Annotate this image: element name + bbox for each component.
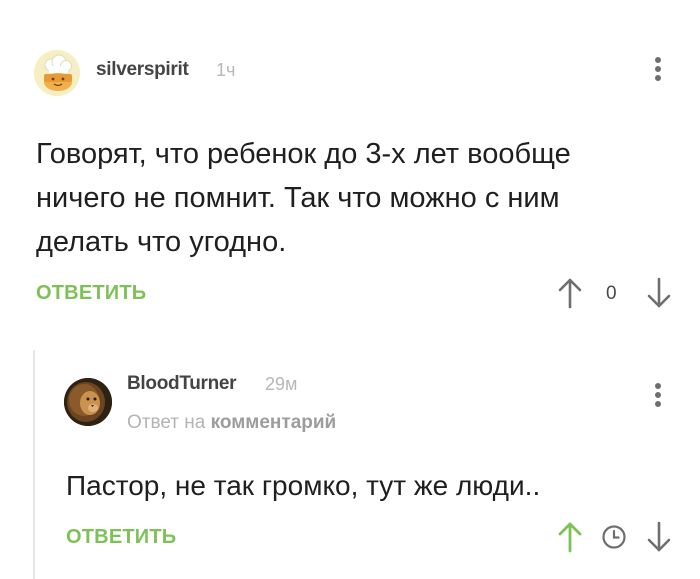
arrow-down-icon[interactable] [646,520,672,554]
thread-line [33,350,35,579]
chef-hat-avatar-icon [34,50,80,96]
timestamp: 29м [265,374,298,394]
arrow-up-icon[interactable] [557,276,583,310]
vote-score: 0 [606,283,617,304]
comment-text: Пастор, не так громко, тут же люди.. [66,470,541,501]
avatar[interactable] [34,50,80,96]
comment-text: Говорят, что ребенок до 3-х лет вообще н… [36,138,571,258]
arrow-up-icon[interactable] [557,520,583,554]
more-vertical-icon[interactable] [650,380,666,420]
reply-to-label: Ответ на комментарий [127,412,336,434]
clock-icon [601,524,627,550]
reply-button[interactable]: ОТВЕТИТЬ [36,282,146,305]
timestamp: 1ч [216,60,236,80]
reply-button[interactable]: ОТВЕТИТЬ [66,526,176,549]
username[interactable]: BloodTurner [127,373,237,395]
reply-to-link[interactable]: комментарий [211,412,337,433]
avatar[interactable] [64,378,112,426]
more-vertical-icon[interactable] [650,54,666,94]
lion-avatar-icon [64,378,112,426]
username[interactable]: silverspirit [96,59,189,81]
reply-to-prefix: Ответ на [127,412,206,433]
arrow-down-icon[interactable] [646,276,672,310]
